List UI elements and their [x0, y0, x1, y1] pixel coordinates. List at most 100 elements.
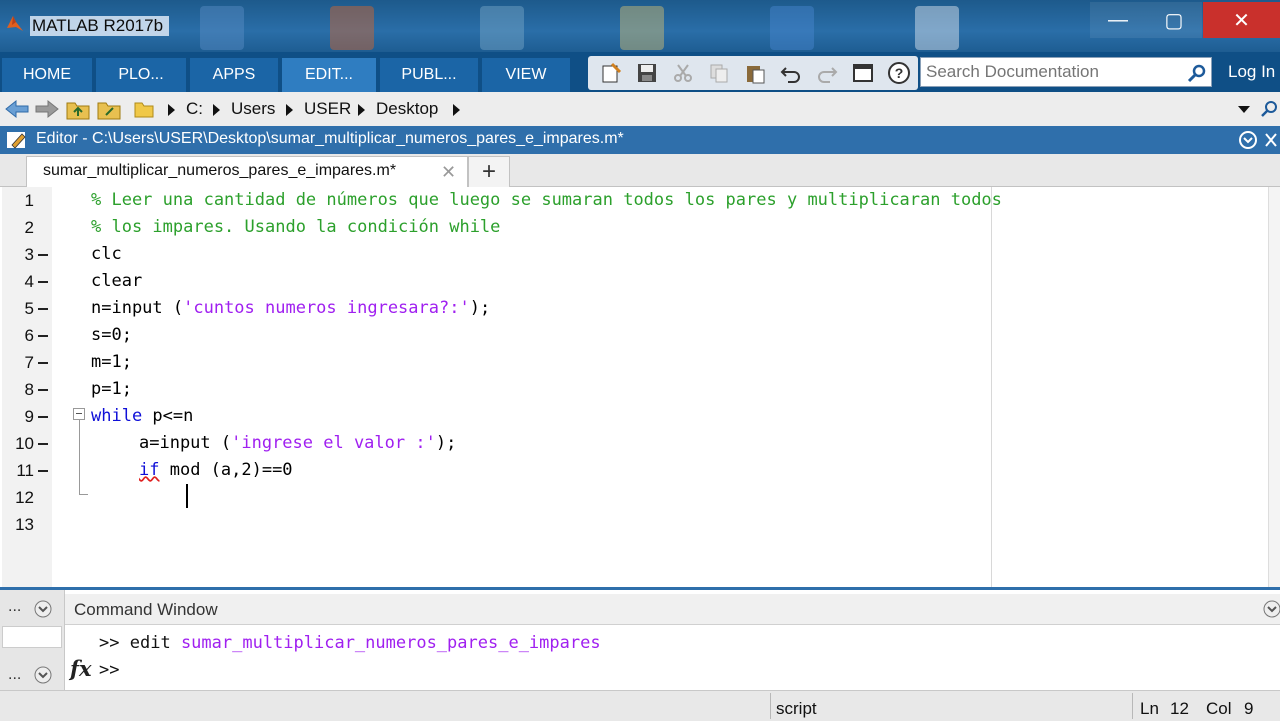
status-mode: script	[776, 699, 817, 718]
line-number: 10	[15, 434, 34, 453]
editor-scrollbar[interactable]	[1268, 187, 1280, 587]
breakpoint-marker[interactable]	[38, 416, 48, 418]
tab-editor[interactable]: EDIT...	[282, 58, 376, 92]
panel-options-icon[interactable]	[34, 600, 52, 618]
search-box[interactable]	[920, 57, 1212, 87]
back-arrow-icon[interactable]	[4, 99, 30, 119]
breakpoint-marker[interactable]	[38, 254, 48, 256]
maximize-button[interactable]: ▢	[1146, 2, 1202, 38]
breadcrumb-user[interactable]: USER	[304, 99, 351, 119]
command-text: edit	[129, 633, 171, 653]
breakpoint-marker[interactable]	[38, 389, 48, 391]
panel-options-icon[interactable]	[34, 666, 52, 684]
tab-plots[interactable]: PLO...	[96, 58, 186, 92]
code-text: n=input (	[91, 298, 184, 318]
forward-arrow-icon[interactable]	[34, 99, 60, 119]
help-icon[interactable]: ?	[888, 62, 910, 84]
fold-guide	[79, 420, 80, 494]
new-file-icon[interactable]	[600, 62, 622, 84]
search-folder-icon[interactable]	[1260, 100, 1278, 118]
editor-tabs: sumar_multiplicar_numeros_pares_e_impare…	[0, 154, 1280, 188]
line-number-gutter: 1 2 3 4 5 6 7 8 9 10 11 12 13	[2, 187, 52, 587]
status-bar: script Ln 12 Col 9	[0, 690, 1280, 721]
desktop-ghost-icon	[770, 6, 814, 50]
command-input-line[interactable]: >>	[99, 660, 119, 680]
command-prompt: >>	[99, 660, 120, 680]
undo-icon[interactable]	[780, 62, 802, 84]
code-line: % Leer una cantidad de números que luego…	[91, 190, 1002, 210]
search-input[interactable]	[921, 58, 1181, 86]
command-window-header: Command Window	[65, 594, 1280, 625]
code-keyword: while	[91, 406, 143, 426]
line-number: 13	[15, 515, 34, 534]
line-number: 9	[24, 407, 34, 426]
breadcrumb-c-drive[interactable]: C:	[186, 99, 203, 119]
search-icon[interactable]	[1187, 63, 1207, 83]
right-margin-line	[991, 187, 992, 587]
paste-icon[interactable]	[744, 62, 766, 84]
line-number: 3	[24, 245, 34, 264]
tab-view[interactable]: VIEW	[482, 58, 570, 92]
code-text: a=input (	[139, 433, 232, 453]
code-keyword: if	[139, 460, 160, 480]
line-number: 5	[24, 299, 34, 318]
editor-pencil-icon	[7, 132, 26, 149]
app-title: MATLAB R2017b	[30, 16, 170, 36]
code-line: m=1;	[91, 352, 132, 372]
address-dropdown-icon[interactable]	[1238, 106, 1250, 113]
status-divider	[1132, 693, 1133, 719]
status-divider	[770, 693, 771, 719]
status-ln-label: Ln	[1140, 699, 1159, 718]
line-number: 2	[24, 218, 34, 237]
panel-ellipsis[interactable]: ...	[8, 666, 21, 684]
new-tab-button[interactable]: +	[468, 156, 510, 188]
cut-icon[interactable]	[672, 62, 694, 84]
up-folder-icon[interactable]	[66, 98, 90, 120]
breadcrumb-separator-icon	[213, 104, 220, 116]
code-text: p<=n	[142, 406, 194, 426]
line-number: 7	[24, 353, 34, 372]
editor-close-icon[interactable]	[1264, 132, 1278, 148]
panel-ellipsis[interactable]: ...	[8, 598, 21, 616]
collapsed-panel[interactable]	[2, 626, 62, 648]
breakpoint-marker[interactable]	[38, 308, 48, 310]
minimize-button[interactable]: —	[1090, 2, 1146, 38]
command-prompt: >>	[99, 633, 120, 653]
collapsed-panels: ... ...	[0, 590, 65, 690]
command-window-title: Command Window	[74, 600, 218, 619]
breadcrumb-desktop[interactable]: Desktop	[376, 99, 438, 119]
redo-icon[interactable]	[816, 62, 838, 84]
breadcrumb-users[interactable]: Users	[231, 99, 275, 119]
code-editor[interactable]: 1 2 3 4 5 6 7 8 9 10 11 12 13 % Leer una…	[2, 187, 1268, 587]
code-text: );	[469, 298, 491, 318]
breadcrumb-separator-icon	[453, 104, 460, 116]
matlab-logo-icon	[7, 16, 23, 31]
tab-apps[interactable]: APPS	[190, 58, 278, 92]
editor-options-icon[interactable]	[1238, 130, 1258, 150]
command-window-options-icon[interactable]	[1263, 600, 1280, 618]
code-line: a=input ('ingrese el valor :');	[139, 433, 456, 453]
function-browser-icon[interactable]: fx	[70, 656, 92, 681]
command-window[interactable]: >> edit sumar_multiplicar_numeros_pares_…	[65, 625, 1280, 690]
breadcrumb-separator-icon	[168, 104, 175, 116]
save-icon[interactable]	[636, 62, 658, 84]
breakpoint-marker[interactable]	[38, 470, 48, 472]
address-bar: C: Users USER Desktop	[0, 92, 1280, 127]
tab-file[interactable]: sumar_multiplicar_numeros_pares_e_impare…	[26, 156, 468, 187]
login-link[interactable]: Log In	[1228, 62, 1275, 82]
breakpoint-marker[interactable]	[38, 281, 48, 283]
breakpoint-marker[interactable]	[38, 362, 48, 364]
breakpoint-marker[interactable]	[38, 335, 48, 337]
tab-home[interactable]: HOME	[2, 58, 92, 92]
fold-toggle-icon[interactable]	[73, 408, 85, 420]
line-number: 1	[24, 191, 34, 210]
close-button[interactable]: ✕	[1203, 2, 1280, 38]
code-line: clear	[91, 271, 143, 291]
switch-windows-icon[interactable]	[852, 62, 874, 84]
tab-publish[interactable]: PUBL...	[380, 58, 478, 92]
copy-icon[interactable]	[708, 62, 730, 84]
breakpoint-marker[interactable]	[38, 443, 48, 445]
panel-divider[interactable]	[0, 587, 1280, 590]
browse-folder-icon[interactable]	[97, 98, 121, 120]
tab-close-icon[interactable]: ✕	[441, 162, 456, 183]
